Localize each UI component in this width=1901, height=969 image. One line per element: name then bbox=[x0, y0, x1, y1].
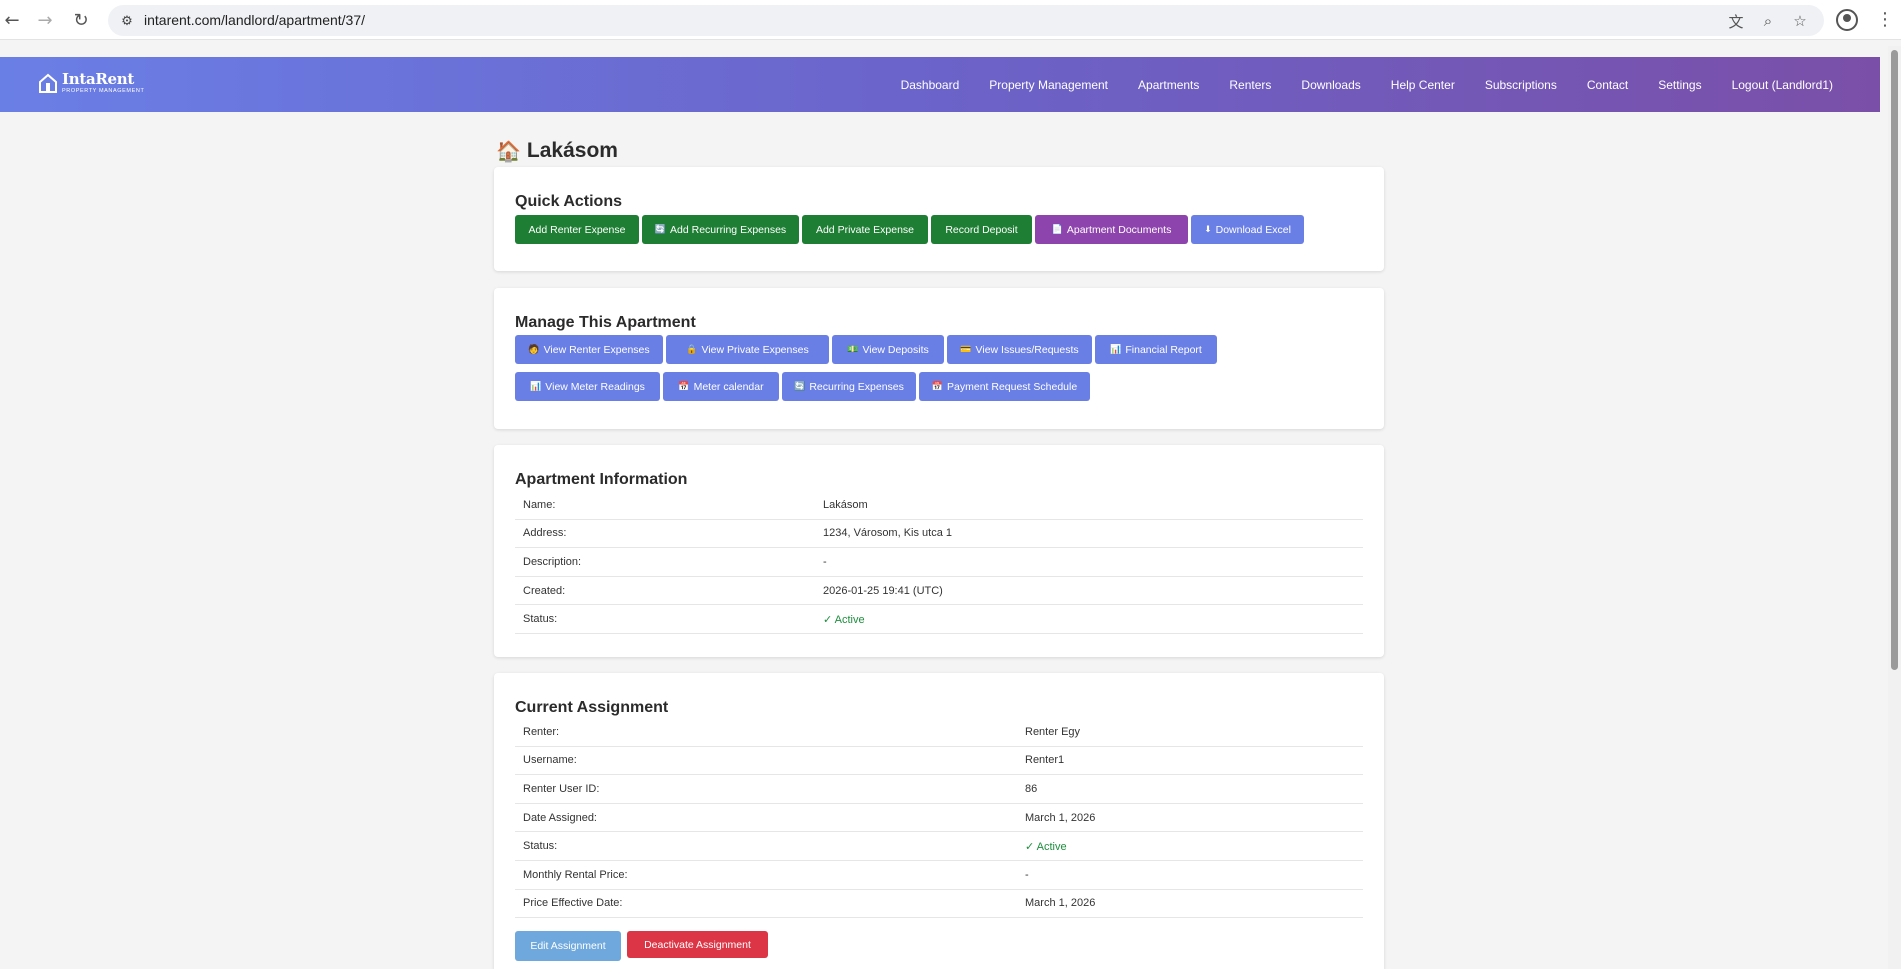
edit-assignment-button[interactable]: Edit Assignment bbox=[515, 931, 621, 961]
payment-request-schedule-button[interactable]: 📅 Payment Request Schedule bbox=[919, 372, 1090, 401]
chart-icon: 📊 bbox=[1110, 344, 1122, 355]
forward-arrow-icon[interactable]: → bbox=[33, 8, 57, 32]
table-row: Renter: Renter Egy bbox=[515, 718, 1363, 747]
nav-renters[interactable]: Renters bbox=[1214, 78, 1286, 92]
nav-downloads[interactable]: Downloads bbox=[1286, 78, 1375, 92]
browser-menu-icon[interactable]: ⋮ bbox=[1876, 8, 1894, 32]
nav-subscriptions[interactable]: Subscriptions bbox=[1470, 78, 1572, 92]
table-row: Status: ✓ Active bbox=[515, 832, 1363, 861]
browser-toolbar: ← → ↻ ⚙ intarent.com/landlord/apartment/… bbox=[0, 0, 1901, 40]
table-row: Address: 1234, Városom, Kis utca 1 bbox=[515, 520, 1363, 549]
status-badge: ✓ Active bbox=[823, 613, 865, 626]
zoom-icon[interactable]: ⌕ bbox=[1758, 11, 1778, 31]
nav-logout[interactable]: Logout (Landlord1) bbox=[1717, 78, 1848, 92]
house-logo-icon bbox=[39, 73, 57, 94]
back-arrow-icon[interactable]: ← bbox=[0, 8, 24, 32]
assignment-table: Renter: Renter Egy Username: Renter1 Rente… bbox=[515, 718, 1363, 919]
site-header: IntaRent PROPERTY MANAGEMENT Dashboard P… bbox=[0, 57, 1880, 112]
apartment-info-card: Apartment Information Name: Lakásom Addre… bbox=[494, 445, 1384, 657]
page-scrollbar[interactable] bbox=[1888, 46, 1901, 969]
schedule-icon: 📅 bbox=[931, 381, 944, 392]
table-row: Name: Lakásom bbox=[515, 491, 1363, 520]
private-expense-icon: 🔒 bbox=[686, 344, 698, 355]
calendar-icon: 📅 bbox=[678, 381, 690, 392]
table-row: Status: ✓ Active bbox=[515, 605, 1363, 634]
bookmark-star-icon[interactable]: ☆ bbox=[1790, 11, 1810, 31]
page-title: 🏠 Lakásom bbox=[496, 139, 618, 163]
document-icon: 📄 bbox=[1051, 224, 1063, 235]
nav-apartments[interactable]: Apartments bbox=[1123, 78, 1214, 92]
meter-chart-icon: 📊 bbox=[530, 381, 542, 392]
nav-dashboard[interactable]: Dashboard bbox=[886, 78, 975, 92]
download-excel-button[interactable]: ⬇ Download Excel bbox=[1191, 215, 1304, 244]
logo[interactable]: IntaRent PROPERTY MANAGEMENT bbox=[38, 72, 144, 95]
apartment-documents-button[interactable]: 📄 Apartment Documents bbox=[1035, 215, 1188, 244]
manage-apartment-title: Manage This Apartment bbox=[515, 314, 696, 331]
main-nav: Dashboard Property Management Apartments… bbox=[886, 57, 1848, 112]
view-issues-button[interactable]: 💳 View Issues/Requests bbox=[947, 335, 1092, 364]
record-deposit-button[interactable]: Record Deposit bbox=[931, 215, 1032, 244]
add-recurring-expenses-button[interactable]: 🔄 Add Recurring Expenses bbox=[642, 215, 799, 244]
card-icon: 💳 bbox=[960, 344, 972, 355]
download-arrow-icon: ⬇ bbox=[1204, 224, 1212, 235]
site-info-icon[interactable]: ⚙ bbox=[118, 12, 136, 30]
add-renter-expense-button[interactable]: Add Renter Expense bbox=[515, 215, 639, 244]
view-renter-expenses-button[interactable]: 🧑 View Renter Expenses bbox=[515, 335, 663, 364]
renter-icon: 🧑 bbox=[528, 344, 540, 355]
recurring-icon: 🔄 bbox=[794, 381, 806, 392]
quick-actions-title: Quick Actions bbox=[515, 193, 622, 210]
url-text[interactable]: intarent.com/landlord/apartment/37/ bbox=[144, 12, 365, 28]
table-row: Price Effective Date: March 1, 2026 bbox=[515, 890, 1363, 919]
table-row: Created: 2026-01-25 19:41 (UTC) bbox=[515, 577, 1363, 606]
table-row: Monthly Rental Price: - bbox=[515, 861, 1363, 890]
view-deposits-button[interactable]: 💵 View Deposits bbox=[832, 335, 944, 364]
nav-help-center[interactable]: Help Center bbox=[1376, 78, 1470, 92]
table-row: Username: Renter1 bbox=[515, 747, 1363, 776]
page-title-text: Lakásom bbox=[526, 139, 618, 162]
apartment-info-title: Apartment Information bbox=[515, 471, 688, 488]
recurring-icon: 🔄 bbox=[654, 224, 667, 235]
view-private-expenses-button[interactable]: 🔒 View Private Expenses bbox=[666, 335, 829, 364]
table-row: Date Assigned: March 1, 2026 bbox=[515, 804, 1363, 833]
quick-actions-card: Quick Actions Add Renter Expense 🔄 Add Re… bbox=[494, 167, 1384, 271]
current-assignment-title: Current Assignment bbox=[515, 699, 669, 716]
deactivate-assignment-button[interactable]: Deactivate Assignment bbox=[627, 931, 768, 958]
table-row: Description: - bbox=[515, 548, 1363, 577]
recurring-expenses-button[interactable]: 🔄 Recurring Expenses bbox=[782, 372, 916, 401]
financial-report-button[interactable]: 📊 Financial Report bbox=[1095, 335, 1217, 364]
nav-property-management[interactable]: Property Management bbox=[974, 78, 1123, 92]
meter-calendar-button[interactable]: 📅 Meter calendar bbox=[663, 372, 779, 401]
address-bar[interactable]: ⚙ intarent.com/landlord/apartment/37/ 文 … bbox=[108, 5, 1824, 36]
scrollbar-thumb[interactable] bbox=[1891, 50, 1898, 670]
translate-icon[interactable]: 文 bbox=[1726, 11, 1746, 31]
nav-contact[interactable]: Contact bbox=[1572, 78, 1643, 92]
manage-apartment-card: Manage This Apartment 🧑 View Renter Expen… bbox=[494, 288, 1384, 429]
reload-icon[interactable]: ↻ bbox=[69, 8, 93, 32]
view-meter-readings-button[interactable]: 📊 View Meter Readings bbox=[515, 372, 660, 401]
nav-settings[interactable]: Settings bbox=[1643, 78, 1716, 92]
apartment-info-table: Name: Lakásom Address: 1234, Városom, Kis … bbox=[515, 491, 1363, 634]
status-badge: ✓ Active bbox=[1025, 840, 1067, 853]
logo-name: IntaRent bbox=[62, 70, 135, 88]
logo-subtitle: PROPERTY MANAGEMENT bbox=[62, 88, 145, 94]
add-private-expense-button[interactable]: Add Private Expense bbox=[802, 215, 928, 244]
current-assignment-card: Current Assignment Renter: Renter Egy Use… bbox=[494, 673, 1384, 969]
house-icon: 🏠 bbox=[496, 139, 521, 163]
money-icon: 💵 bbox=[847, 344, 859, 355]
table-row: Renter User ID: 86 bbox=[515, 775, 1363, 804]
profile-icon[interactable] bbox=[1836, 9, 1858, 31]
